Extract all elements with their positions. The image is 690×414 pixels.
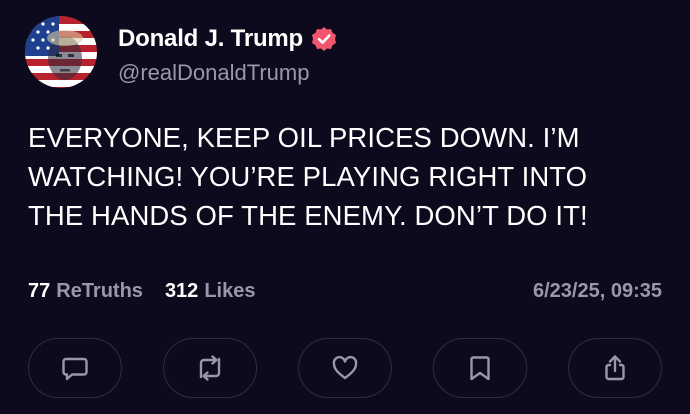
retruths-label: ReTruths <box>56 279 143 302</box>
post-stats: 77 ReTruths 312 Likes 6/23/25, 09:35 <box>28 278 662 304</box>
bookmark-button[interactable] <box>433 338 527 398</box>
comment-icon <box>62 357 88 381</box>
avatar[interactable] <box>25 16 97 88</box>
truth-post-card: Donald J. Trump @realDonaldTrump EVERYON… <box>0 0 690 414</box>
share-button[interactable] <box>568 338 662 398</box>
likes-count: 312 <box>164 279 199 302</box>
handle[interactable]: @realDonaldTrump <box>118 60 337 86</box>
post-timestamp: 6/23/25, 09:35 <box>533 279 662 302</box>
verified-badge-icon <box>311 26 337 52</box>
likes-label: Likes <box>204 279 256 302</box>
share-icon <box>605 355 625 381</box>
author-name-row: Donald J. Trump <box>118 22 337 56</box>
heart-icon <box>332 355 358 380</box>
bookmark-icon <box>470 356 490 381</box>
like-button[interactable] <box>298 338 392 398</box>
action-bar <box>28 338 662 400</box>
post-text: EVERYONE, KEEP OIL PRICES DOWN. I’M WATC… <box>28 122 588 231</box>
retruth-button[interactable] <box>163 338 257 398</box>
author-block: Donald J. Trump @realDonaldTrump <box>118 22 337 86</box>
repost-icon <box>199 355 221 381</box>
retruths-stat[interactable]: 77 ReTruths <box>28 280 143 303</box>
retruths-count: 77 <box>28 279 51 302</box>
reply-button[interactable] <box>28 338 122 398</box>
likes-stat[interactable]: 312 Likes <box>165 280 256 303</box>
display-name[interactable]: Donald J. Trump <box>118 25 303 53</box>
